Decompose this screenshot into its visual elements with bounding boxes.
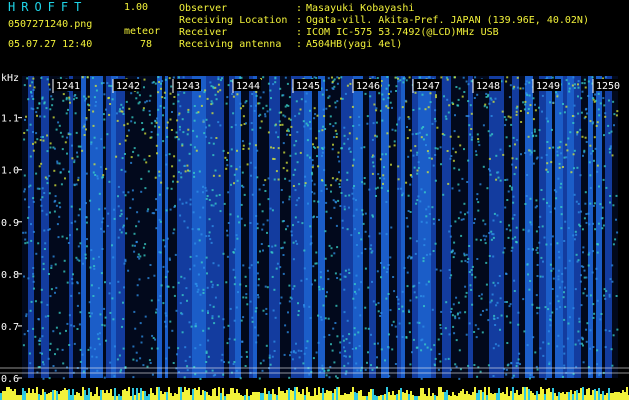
receiver-label: Receiver bbox=[179, 27, 228, 38]
freq-tick-label: 1.0 bbox=[1, 166, 19, 177]
time-label: 1250 bbox=[596, 81, 620, 92]
app-version: 1.00 bbox=[124, 2, 149, 13]
spectrogram-display: 1.1 1.0 0.9 0.8 0.7 0.6 1241 1242 1243 1244 1245 12… bbox=[0, 76, 629, 400]
meteor-count: 78 bbox=[140, 39, 153, 50]
antenna-value: A504HB(yagi 4el) bbox=[306, 39, 403, 50]
freq-tick-label: 0.6 bbox=[1, 374, 19, 385]
freq-tick-label: 0.8 bbox=[1, 270, 19, 281]
freq-tick-label: 1.1 bbox=[1, 114, 19, 125]
frequency-axis: 1.1 1.0 0.9 0.8 0.7 0.6 bbox=[1, 114, 22, 385]
time-label: 1241 bbox=[56, 81, 80, 92]
spectrogram-noise bbox=[0, 76, 629, 380]
time-label: 1243 bbox=[176, 81, 200, 92]
observer-value: Masayuki Kobayashi bbox=[306, 3, 415, 14]
observation-datetime: 05.07.27 12:40 bbox=[8, 39, 93, 50]
hrofft-window: 1.1 1.0 0.9 0.8 0.7 0.6 1241 1242 1243 1244 1245 12… bbox=[0, 0, 629, 400]
location-colon: : bbox=[296, 15, 303, 26]
frequency-unit-label: kHz bbox=[1, 73, 20, 84]
image-filename: 0507271240.png bbox=[8, 19, 93, 30]
observer-label: Observer bbox=[179, 3, 228, 14]
observer-colon: : bbox=[296, 3, 303, 14]
time-label: 1246 bbox=[356, 81, 380, 92]
power-strip bbox=[0, 387, 629, 400]
time-label: 1244 bbox=[236, 81, 260, 92]
freq-tick-label: 0.9 bbox=[1, 218, 19, 229]
antenna-label: Receiving antenna bbox=[179, 39, 282, 50]
time-label: 1247 bbox=[416, 81, 440, 92]
time-label: 1249 bbox=[536, 81, 560, 92]
location-value: Ogata-vill. Akita-Pref. JAPAN (139.96E, … bbox=[306, 15, 589, 26]
detection-mode: meteor bbox=[124, 26, 161, 37]
time-label: 1242 bbox=[116, 81, 140, 92]
location-label: Receiving Location bbox=[179, 15, 288, 26]
receiver-value: ICOM IC-575 53.7492(@LCD)MHz USB bbox=[306, 27, 499, 38]
app-title: HROFFT bbox=[8, 0, 88, 14]
antenna-colon: : bbox=[296, 39, 303, 50]
receiver-colon: : bbox=[296, 27, 303, 38]
time-label: 1248 bbox=[476, 81, 500, 92]
freq-tick-label: 0.7 bbox=[1, 322, 19, 333]
time-label: 1245 bbox=[296, 81, 320, 92]
